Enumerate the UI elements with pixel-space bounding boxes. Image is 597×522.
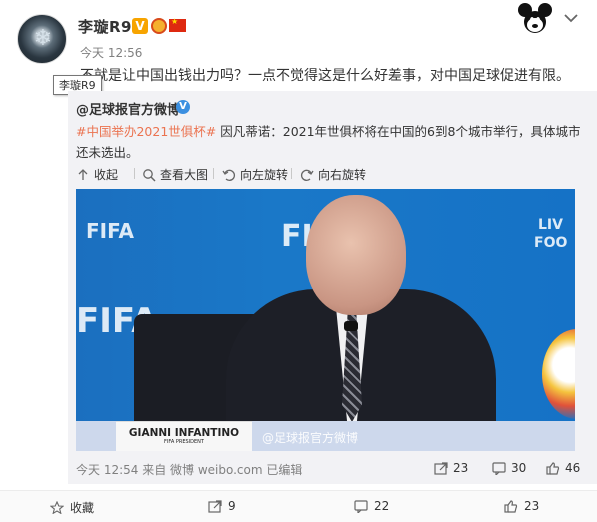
thumbs-up-icon [504,499,518,513]
comment-count: 22 [374,499,390,513]
nameplate-name: GIANNI INFANTINO [128,427,240,439]
collapse-arrow-icon [78,168,88,180]
post-photo[interactable]: FIFA FIFA FIFA LIV FOO GIANNI INFANTINO … [76,189,575,451]
photo-watermark: @足球报官方微博 [262,431,359,445]
comment-icon [354,499,368,513]
post-text: 不就是让中国出钱出力吗？一点不觉得这是什么好差事，对中国足球促进有限。 [80,68,570,84]
vip-badge[interactable]: V [132,18,148,34]
like-count: 23 [524,499,540,513]
china-flag-icon[interactable]: ★ [169,17,186,32]
toolbar-divider [291,168,292,179]
like-button[interactable]: 23 [504,499,539,513]
microphone [344,321,358,331]
backdrop-live-text: LIV [538,217,563,233]
original-like-count: 46 [565,461,581,475]
favorite-label: 收藏 [70,501,95,515]
toolbar-divider [213,168,214,179]
collapse-button[interactable]: 收起 [76,166,118,183]
comment-button[interactable]: 22 [354,499,389,513]
original-repost-button[interactable]: 23 [434,461,468,475]
repost-count: 9 [228,499,236,513]
original-text: #中国举办2021世俱杯# 因凡蒂诺：2021年世俱杯将在中国的6到8个城市举行… [76,121,586,163]
original-like-button[interactable]: 46 [546,461,580,475]
original-author[interactable]: @足球报官方微博 [76,99,180,118]
rotate-right-icon [301,169,314,181]
mickey-mascot-icon [518,3,552,33]
rotate-left-icon [222,169,235,181]
rotate-right-button[interactable]: 向右旋转 [300,166,366,183]
nameplate: GIANNI INFANTINO FIFA PRESIDENT [116,421,252,451]
chevron-down-icon[interactable] [563,12,579,24]
backdrop-fifa-text: FIFA [86,219,134,243]
rotate-left-button[interactable]: 向左旋转 [222,166,288,183]
avatar-snowflake-icon: ❄ [33,26,53,51]
star-icon [50,501,64,514]
view-large-label: 查看大图 [160,168,209,182]
collapse-label: 收起 [94,168,119,182]
original-comment-count: 30 [511,461,527,475]
verified-icon: V [176,100,190,114]
thumbs-up-icon [546,461,560,475]
share-icon [208,499,222,513]
toolbar-divider [134,168,135,179]
medal-icon[interactable] [151,18,167,34]
avatar[interactable]: ❄ [17,14,67,64]
post-time[interactable]: 今天 12:56 [80,44,142,61]
view-large-button[interactable]: 查看大图 [142,166,208,183]
original-comment-button[interactable]: 30 [492,461,526,475]
backdrop-football-text: FOO [534,235,568,251]
favorite-button[interactable]: 收藏 [50,499,94,516]
person-head [306,195,406,315]
original-meta: 今天 12:54 来自 微博 weibo.com 已编辑 [76,463,303,477]
rotate-right-label: 向右旋转 [318,168,367,182]
football [542,329,575,419]
rotate-left-label: 向左旋转 [240,168,289,182]
share-icon [434,461,448,475]
magnifier-icon [143,168,156,182]
repost-button[interactable]: 9 [208,499,236,513]
original-repost-count: 23 [453,461,469,475]
nameplate-title: FIFA PRESIDENT [164,439,204,445]
repost-box: @足球报官方微博 V #中国举办2021世俱杯# 因凡蒂诺：2021年世俱杯将在… [68,91,597,484]
username[interactable]: 李璇R9 [78,16,132,37]
hashtag-link[interactable]: #中国举办2021世俱杯# [76,124,216,139]
post-footer: 收藏 9 22 23 [0,490,597,522]
comment-icon [492,461,506,475]
